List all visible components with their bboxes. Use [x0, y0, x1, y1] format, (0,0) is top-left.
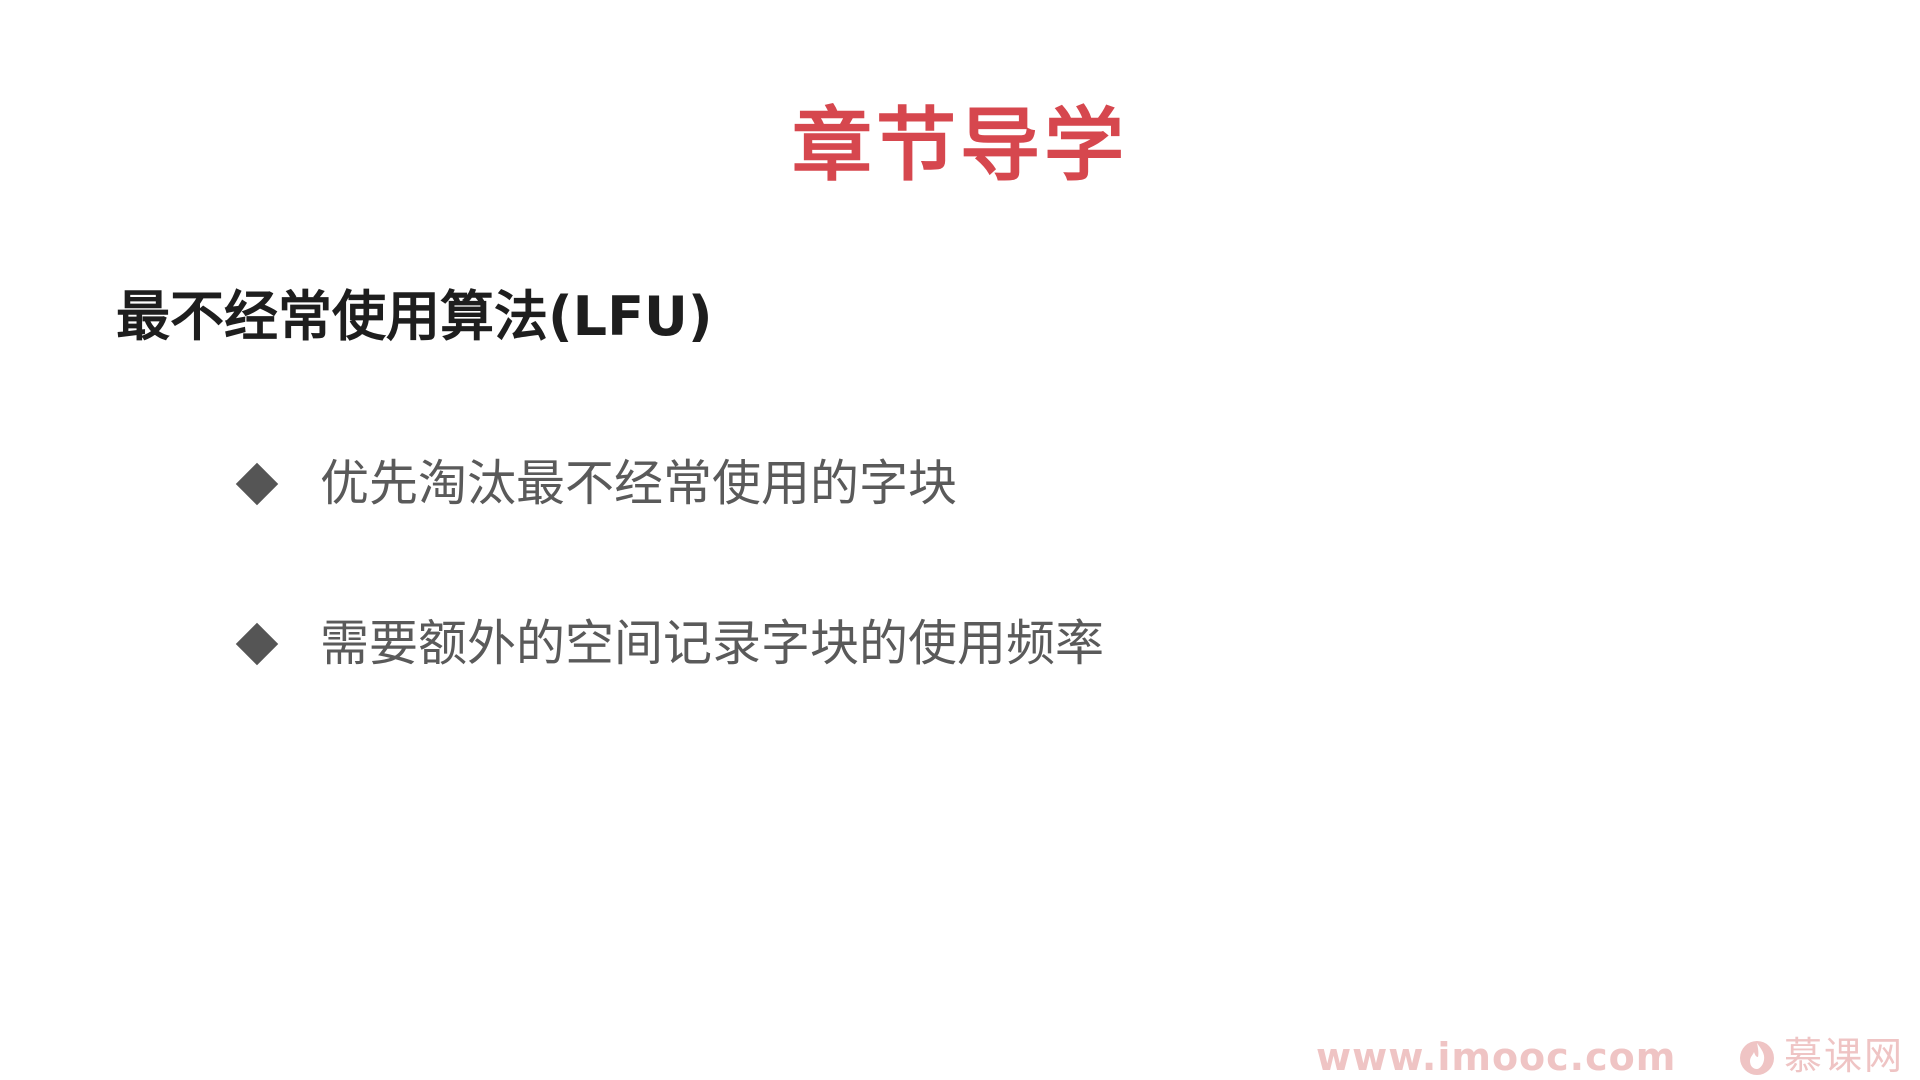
watermark-url: www.imooc.com [1316, 1035, 1677, 1079]
slide-title: 章节导学 [792, 99, 1128, 192]
section-heading: 最不经常使用算法(LFU) [116, 285, 713, 348]
brand-text: 慕课网 [1784, 1034, 1905, 1078]
diamond-bullet-icon [235, 462, 279, 506]
diamond-bullet-icon [235, 622, 279, 666]
watermark-brand: 慕课网 [1738, 1032, 1904, 1080]
bullet-item: 需要额外的空间记录字块的使用频率 [235, 609, 1105, 679]
bullet-item: 优先淘汰最不经常使用的字块 [235, 449, 958, 519]
bullet-text: 优先淘汰最不经常使用的字块 [320, 455, 958, 512]
bullet-text: 需要额外的空间记录字块的使用频率 [320, 615, 1105, 672]
flame-icon [1740, 1041, 1774, 1075]
